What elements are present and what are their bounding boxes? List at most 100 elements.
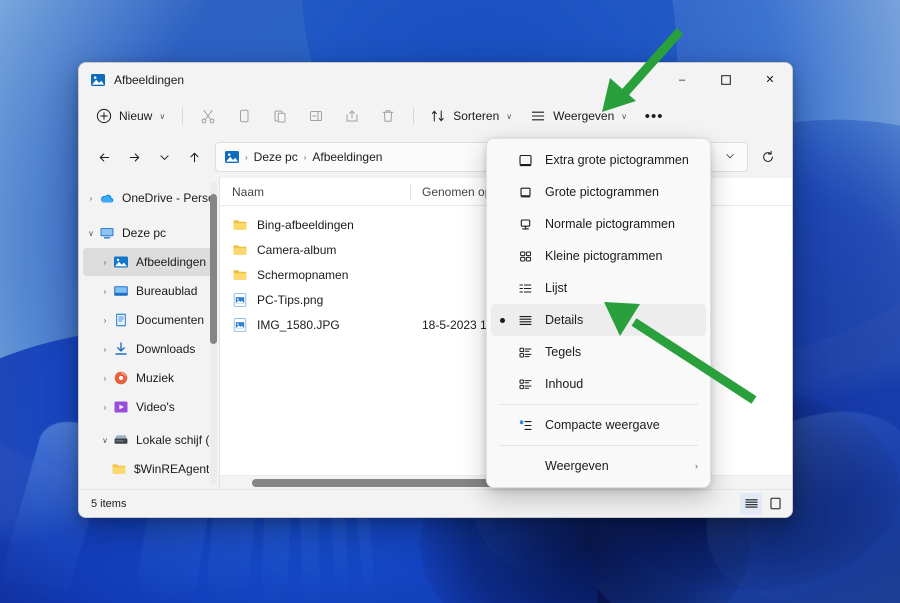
expander-icon[interactable]: › (97, 374, 113, 383)
sort-button-label: Sorteren (453, 109, 500, 123)
image-file-icon (233, 317, 247, 332)
address-dropdown-button[interactable] (717, 150, 743, 164)
menu-item-label: Normale pictogrammen (545, 217, 675, 231)
up-button[interactable] (179, 142, 209, 172)
small-icons-icon (513, 248, 537, 265)
delete-button[interactable] (371, 101, 405, 131)
menu-item-kleine-pictogrammen[interactable]: Kleine pictogrammen (491, 240, 706, 272)
sidebar-item-documenten[interactable]: › Documenten (83, 306, 215, 334)
trash-icon (382, 110, 394, 122)
list-view-icon (513, 280, 537, 297)
back-button[interactable] (89, 142, 119, 172)
menu-item-grote-pictogrammen[interactable]: Grote pictogrammen (491, 176, 706, 208)
breadcrumb-separator: › (245, 152, 248, 162)
close-button[interactable]: ✕ (748, 63, 792, 96)
recent-locations-button[interactable] (149, 142, 179, 172)
sidebar-item-afbeeldingen[interactable]: › Afbeeldingen (83, 248, 215, 276)
sidebar-item-bureaublad[interactable]: › Bureaublad (83, 277, 215, 305)
column-header-naam[interactable]: Naam ⌃ (220, 178, 410, 206)
minimize-button[interactable]: – (660, 63, 704, 96)
nav-scrollbar-thumb[interactable] (210, 194, 217, 344)
sidebar-item-lokale-schijf[interactable]: ∨ Lokale schijf (C: (83, 426, 215, 454)
view-button[interactable]: Weergeven ∨ (522, 101, 635, 131)
rename-button[interactable] (299, 101, 333, 131)
cut-button[interactable] (191, 101, 225, 131)
arrow-up-icon (190, 152, 198, 162)
paste-button[interactable] (263, 101, 297, 131)
large-icons-view-toggle[interactable] (764, 493, 786, 515)
expander-icon[interactable]: › (97, 316, 113, 325)
expander-icon[interactable]: › (83, 194, 99, 203)
sidebar-item-onedrive[interactable]: › OneDrive - Perso (83, 184, 215, 212)
menu-item-label: Inhoud (545, 377, 584, 391)
copy-icon (240, 109, 249, 123)
more-options-button[interactable]: ••• (637, 101, 671, 131)
pictures-folder-icon (91, 73, 105, 86)
folder-icon (112, 464, 126, 474)
sidebar-item-label: Afbeeldingen (136, 255, 207, 269)
hamburger-lines-icon (531, 111, 545, 121)
maximize-button[interactable] (704, 63, 748, 96)
extra-large-icons-icon (513, 152, 537, 169)
forward-button[interactable] (119, 142, 149, 172)
refresh-button[interactable] (754, 142, 782, 172)
menu-item-extra-grote-pictogrammen[interactable]: Extra grote pictogrammen (491, 144, 706, 176)
sort-ascending-icon: ⌃ (306, 178, 314, 184)
this-pc-monitor-icon (100, 228, 114, 239)
plus-circle-icon (96, 108, 112, 124)
command-toolbar: Nieuw ∨ Sorteren ∨ Weergeven ∨ ••• (79, 96, 792, 136)
sidebar-item-muziek[interactable]: › Muziek (83, 364, 215, 392)
chevron-down-icon (726, 154, 734, 159)
menu-item-label: Tegels (545, 345, 582, 359)
window-title: Afbeeldingen (114, 72, 185, 87)
paste-icon (274, 110, 286, 123)
file-name: IMG_1580.JPG (257, 317, 340, 332)
expander-icon[interactable]: › (97, 258, 113, 267)
desktop-icon (114, 286, 128, 296)
copy-button[interactable] (227, 101, 261, 131)
sidebar-item-videos[interactable]: › Video's (83, 393, 215, 421)
file-name: Schermopnamen (257, 267, 349, 282)
expander-icon[interactable]: ∨ (83, 229, 99, 238)
sidebar-item-this-pc[interactable]: ∨ Deze pc (83, 219, 215, 247)
title-bar: Afbeeldingen – ✕ (79, 63, 792, 96)
share-button[interactable] (335, 101, 369, 131)
sidebar-item-label: Video's (136, 400, 175, 414)
details-view-toggle[interactable] (740, 492, 762, 515)
breadcrumb-item-1[interactable]: Afbeeldingen (307, 147, 387, 167)
sort-button[interactable]: Sorteren ∨ (422, 101, 520, 131)
details-view-icon (513, 312, 537, 329)
sidebar-item-winreagent[interactable]: $WinREAgent (83, 455, 215, 483)
new-button[interactable]: Nieuw ∨ (89, 101, 174, 131)
chevron-down-icon: ∨ (506, 111, 513, 121)
expander-icon[interactable]: ∨ (97, 436, 113, 445)
status-bar: 5 items (79, 489, 792, 517)
menu-divider (499, 445, 698, 446)
menu-item-details[interactable]: Details (491, 304, 706, 336)
compact-view-icon (513, 417, 537, 434)
sidebar-item-downloads[interactable]: › Downloads (83, 335, 215, 363)
folder-icon (233, 244, 247, 255)
downloads-arrow-icon (115, 342, 127, 355)
item-count-label: 5 items (91, 497, 127, 510)
menu-item-lijst[interactable]: Lijst (491, 272, 706, 304)
menu-divider (499, 404, 698, 405)
menu-item-tegels[interactable]: Tegels (491, 336, 706, 368)
menu-item-weergeven-submenu[interactable]: Weergeven › (491, 450, 706, 482)
expander-icon[interactable]: › (97, 403, 113, 412)
sidebar-item-label: Documenten (136, 313, 205, 327)
details-view-icon (744, 499, 758, 508)
menu-item-normale-pictogrammen[interactable]: Normale pictogrammen (491, 208, 706, 240)
sidebar-item-label: Deze pc (122, 226, 167, 240)
chevron-down-icon: ∨ (159, 111, 166, 121)
menu-item-compacte-weergave[interactable]: Compacte weergave (491, 409, 706, 441)
expander-icon[interactable]: › (97, 345, 113, 354)
file-name: PC-Tips.png (257, 292, 324, 307)
menu-item-label: Lijst (545, 281, 568, 295)
file-name: Camera-album (257, 242, 337, 257)
column-header-label: Naam (232, 184, 265, 199)
arrow-right-icon (129, 153, 139, 161)
expander-icon[interactable]: › (97, 287, 113, 296)
menu-item-inhoud[interactable]: Inhoud (491, 368, 706, 400)
breadcrumb-item-0[interactable]: Deze pc (249, 147, 303, 167)
